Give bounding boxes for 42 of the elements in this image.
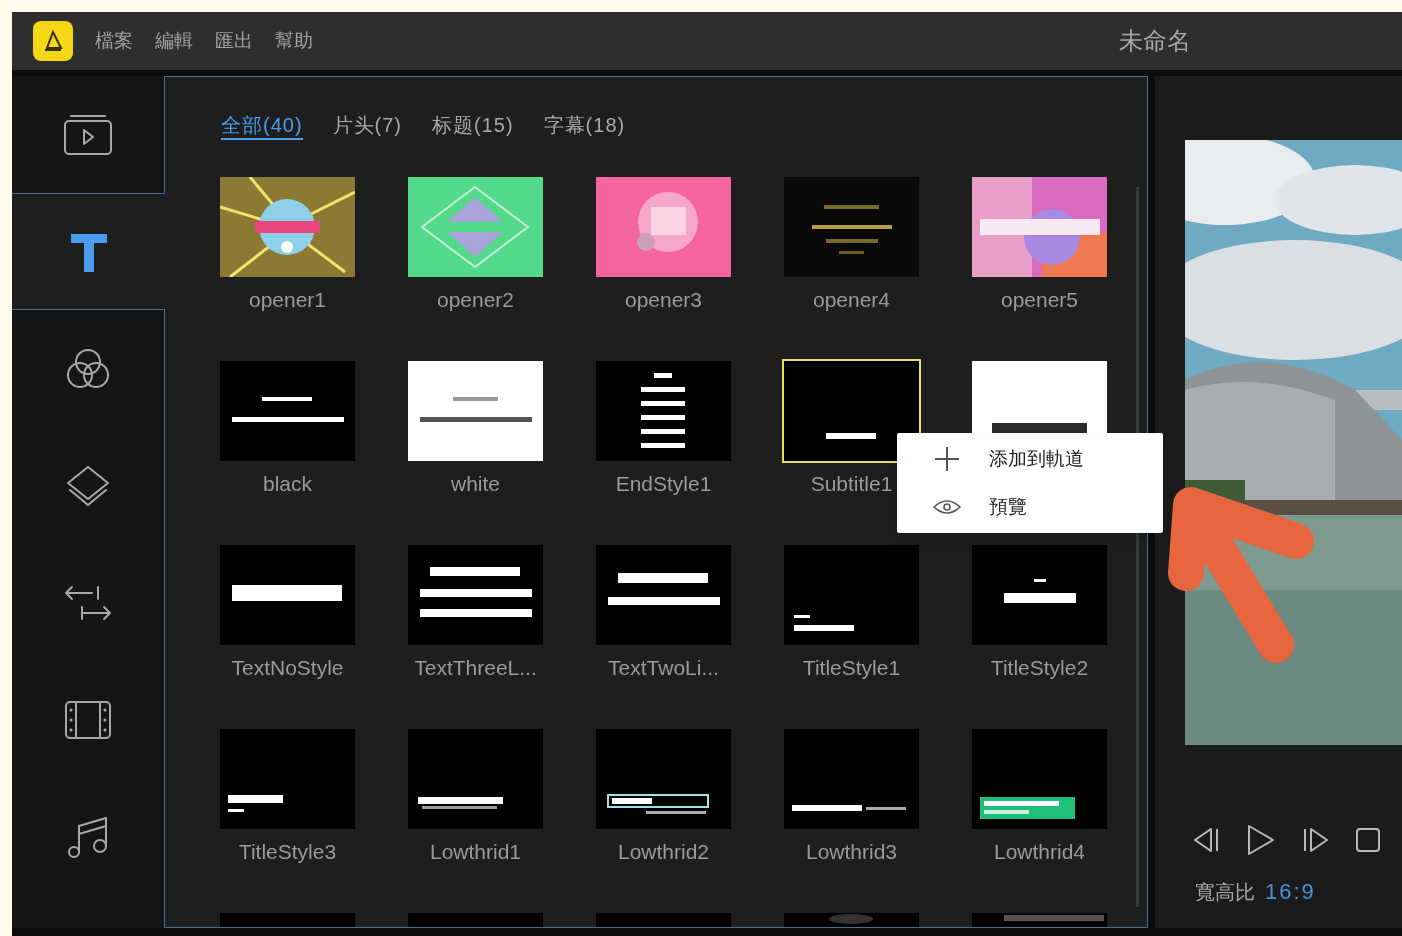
eye-icon <box>933 499 961 515</box>
template-name: EndStyle1 <box>615 471 712 497</box>
previous-frame-button[interactable] <box>1191 825 1221 855</box>
sidebar-tab[interactable] <box>12 193 165 310</box>
template-name: TextTwoLi... <box>608 655 719 681</box>
template-name: white <box>451 471 500 497</box>
layers-icon <box>64 463 112 508</box>
next-frame-button[interactable] <box>1301 825 1331 855</box>
template-name: opener1 <box>248 287 327 313</box>
category-tab[interactable]: 字幕(18) <box>543 110 626 140</box>
aspect-ratio-value: 16:9 <box>1265 878 1316 906</box>
template-name: Subtitle1 <box>810 471 893 497</box>
play-button[interactable] <box>1245 823 1277 857</box>
template-name: Lowthrid3 <box>805 839 898 865</box>
video-play-icon <box>62 112 114 157</box>
menu-item[interactable]: 匯出 <box>215 26 253 56</box>
category-tab[interactable]: 标题(15) <box>432 110 514 140</box>
template-name: TitleStyle3 <box>238 839 337 865</box>
film-icon <box>62 698 114 741</box>
window-title: 未命名 <box>1119 26 1191 56</box>
context-menu-item[interactable]: 預覽 <box>897 483 1163 531</box>
template-name: opener5 <box>1000 287 1079 313</box>
template-name: opener4 <box>812 287 891 313</box>
category-tab[interactable]: 全部(40) <box>221 110 303 140</box>
aspect-ratio-label: 寬高比 <box>1195 879 1255 905</box>
template-name: TextThreeL... <box>414 655 537 681</box>
template-name: TextNoStyle <box>231 655 344 681</box>
template-name: opener2 <box>436 287 515 313</box>
template-name: black <box>263 471 312 497</box>
transition-arrows-icon <box>62 583 114 622</box>
menu-item[interactable]: 幫助 <box>275 26 313 56</box>
template-name: TitleStyle2 <box>990 655 1089 681</box>
category-tab[interactable]: 片头(7) <box>332 110 403 140</box>
menu-item[interactable]: 編輯 <box>155 26 193 56</box>
template-name: Lowthrid2 <box>617 839 710 865</box>
template-name: Lowthrid4 <box>993 839 1086 865</box>
plus-icon <box>934 446 960 472</box>
stop-button[interactable] <box>1355 827 1381 853</box>
template-name: opener3 <box>624 287 703 313</box>
template-name: Lowthrid1 <box>429 839 522 865</box>
menu-item[interactable]: 檔案 <box>95 26 133 56</box>
template-name: TitleStyle1 <box>802 655 901 681</box>
